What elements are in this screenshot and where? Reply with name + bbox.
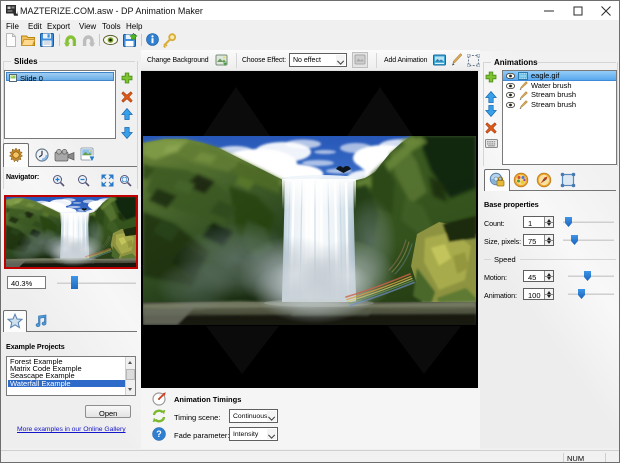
svg-text:?: ? xyxy=(156,429,162,439)
